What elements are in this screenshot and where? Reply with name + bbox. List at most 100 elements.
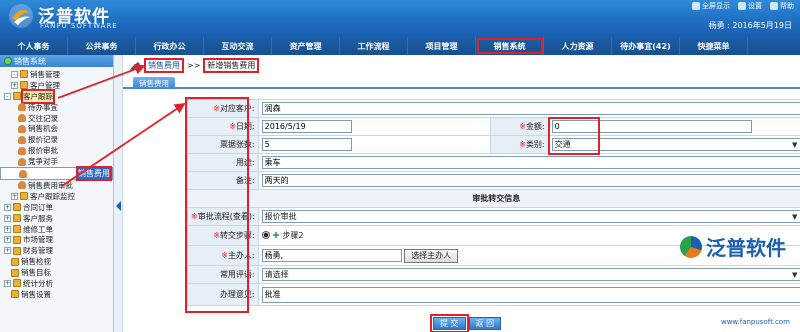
folder-icon	[13, 203, 21, 212]
nav-sales[interactable]: 销售系统	[476, 37, 544, 55]
sidebar-item[interactable]: + 统计分析	[0, 278, 113, 289]
nav-todo[interactable]: 待办事宜(42)	[612, 37, 680, 55]
form-row: 用途:	[187, 153, 800, 172]
flow-cell: 报价审批 ▼	[257, 207, 800, 226]
category-select[interactable]: 交通 ▼	[551, 138, 800, 151]
sidebar-item-label: 客户管理	[30, 80, 60, 90]
receipt-label: 票据张数:	[187, 135, 259, 154]
expand-icon[interactable]: +	[4, 214, 11, 222]
owner-input[interactable]	[261, 249, 402, 262]
purpose-input[interactable]	[261, 156, 800, 169]
tab-sales-expense[interactable]: 销售费用	[133, 77, 175, 89]
sidebar-item[interactable]: + 市场管理	[0, 234, 113, 245]
sidebar-item[interactable]: 竞争对手	[0, 156, 113, 167]
date-input[interactable]	[261, 120, 352, 133]
nav-personal[interactable]: 个人事务	[0, 37, 68, 55]
sidebar: 销售系统 - 销售管理 + 客户管理 - 客户跟踪 待办事宜 交往记录 销售机会 报价记录 报价审批…	[0, 55, 114, 332]
sidebar-item[interactable]: 待办事宜	[0, 102, 113, 113]
sidebar-item-label: 销售费用审批	[28, 180, 73, 190]
sidebar-item[interactable]: + 客户跟踪监控	[0, 191, 113, 202]
amount-label: ※金额:	[489, 117, 549, 136]
sidebar-item[interactable]: + 客户管理	[0, 80, 113, 91]
nav-public[interactable]: 公共事务	[68, 37, 136, 55]
expand-icon[interactable]: +	[4, 247, 11, 255]
collapse-icon[interactable]: -	[4, 92, 11, 100]
folder-icon	[20, 192, 28, 201]
flow-select[interactable]: 报价审批 ▼	[261, 210, 800, 223]
main-nav: 个人事务 公共事务 行政办公 互动交流 资产管理 工作流程 项目管理 销售系统 …	[0, 37, 800, 55]
sidebar-item[interactable]: + 客户服务	[0, 213, 113, 224]
folder-icon	[13, 225, 21, 234]
folder-icon	[11, 290, 19, 299]
sidebar-item[interactable]: - 客户跟踪	[0, 88, 113, 104]
brand-name-en: FANPU SOFTWARE	[40, 22, 118, 30]
nav-shortcuts[interactable]: 快捷菜单	[680, 37, 748, 55]
nav-workflow[interactable]: 工作流程	[340, 37, 408, 55]
sidebar-item-label: 客户跟踪	[21, 88, 55, 104]
sidebar-item[interactable]: 报价记录	[0, 134, 113, 145]
collapse-icon[interactable]: -	[11, 70, 18, 78]
amount-input[interactable]	[551, 120, 752, 133]
sidebar-item[interactable]: + 维修工单	[0, 224, 113, 235]
watermark-logo-icon	[680, 235, 702, 258]
person-icon	[18, 181, 26, 190]
expand-icon[interactable]: +	[4, 236, 11, 244]
person-icon	[18, 135, 26, 144]
choose-owner-button[interactable]: 选择主办人	[404, 248, 459, 263]
phrase-select[interactable]: 请选择 ▼	[261, 268, 800, 281]
collapse-arrow-icon[interactable]	[116, 201, 121, 211]
form-row: 备注:	[187, 171, 800, 190]
sidebar-item[interactable]: 销售机会	[0, 123, 113, 134]
sidebar-item[interactable]: + 财务管理	[0, 245, 113, 256]
sidebar-item[interactable]: 销售设置	[0, 289, 113, 300]
settings-link[interactable]: 设置	[738, 1, 762, 11]
settings-label: 设置	[748, 2, 762, 10]
back-button[interactable]: 返 回	[468, 317, 502, 330]
sidebar-item[interactable]: 销售检视	[0, 256, 113, 267]
breadcrumb-parent[interactable]: 销售费用	[144, 58, 184, 73]
chevron-down-icon: ▼	[791, 212, 798, 221]
chevron-down-icon: ▼	[791, 270, 798, 279]
nav-assets[interactable]: 资产管理	[272, 37, 340, 55]
nav-hr[interactable]: 人力资源	[544, 37, 612, 55]
folder-icon	[13, 214, 21, 223]
remark-label: 备注:	[187, 171, 259, 190]
step-radio[interactable]: ✚ 步骤2	[261, 230, 303, 241]
nav-admin[interactable]: 行政办公	[136, 37, 204, 55]
customer-label: ※对应客户:	[187, 99, 259, 118]
help-link[interactable]: 帮助	[770, 1, 794, 11]
expand-icon[interactable]: +	[4, 203, 11, 211]
sidebar-splitter[interactable]	[114, 55, 123, 332]
remark-input[interactable]	[261, 174, 800, 187]
expand-icon[interactable]: +	[4, 225, 11, 233]
nav-interaction[interactable]: 互动交流	[204, 37, 272, 55]
fullscreen-link[interactable]: 全屏显示	[692, 1, 730, 11]
sidebar-item[interactable]: - 销售管理	[0, 69, 113, 80]
watermark-text: 泛普软件	[706, 236, 786, 260]
sidebar-item[interactable]: 报价审批	[0, 145, 113, 156]
sidebar-item[interactable]: 销售费用审批	[0, 180, 113, 191]
expand-icon[interactable]: +	[4, 279, 11, 287]
submit-button[interactable]: 提 交	[430, 314, 469, 332]
purpose-cell	[257, 153, 800, 172]
sidebar-item[interactable]: 销售目标	[0, 267, 113, 278]
user-date-line: 杨勇 : 2016年5月19日	[708, 21, 792, 30]
opinion-label: 办理意见:	[187, 283, 259, 306]
form-row: 办理意见:	[187, 283, 800, 306]
opinion-textarea[interactable]	[261, 286, 800, 303]
folder-icon	[20, 81, 28, 90]
expand-icon[interactable]: +	[11, 81, 18, 89]
person-icon	[18, 124, 26, 133]
expense-form: ※对应客户: ※日期: ※金额: 票据张数: ※类别: 交通▼ 用途: 备注: …	[187, 99, 800, 306]
sidebar-item[interactable]: 交往记录	[0, 113, 113, 124]
form-row: 票据张数: ※类别: 交通 ▼	[187, 135, 800, 154]
receipt-count-input[interactable]	[261, 138, 352, 151]
sidebar-item[interactable]: + 合同订单	[0, 202, 113, 213]
expand-icon[interactable]: +	[11, 192, 18, 200]
folder-icon	[13, 92, 21, 101]
watermark: 泛普软件	[680, 232, 786, 261]
customer-input[interactable]	[261, 102, 800, 115]
phrase-label: 常用评语:	[187, 265, 259, 284]
sidebar-item[interactable]: 销售费用	[0, 166, 113, 182]
nav-projects[interactable]: 项目管理	[408, 37, 476, 55]
